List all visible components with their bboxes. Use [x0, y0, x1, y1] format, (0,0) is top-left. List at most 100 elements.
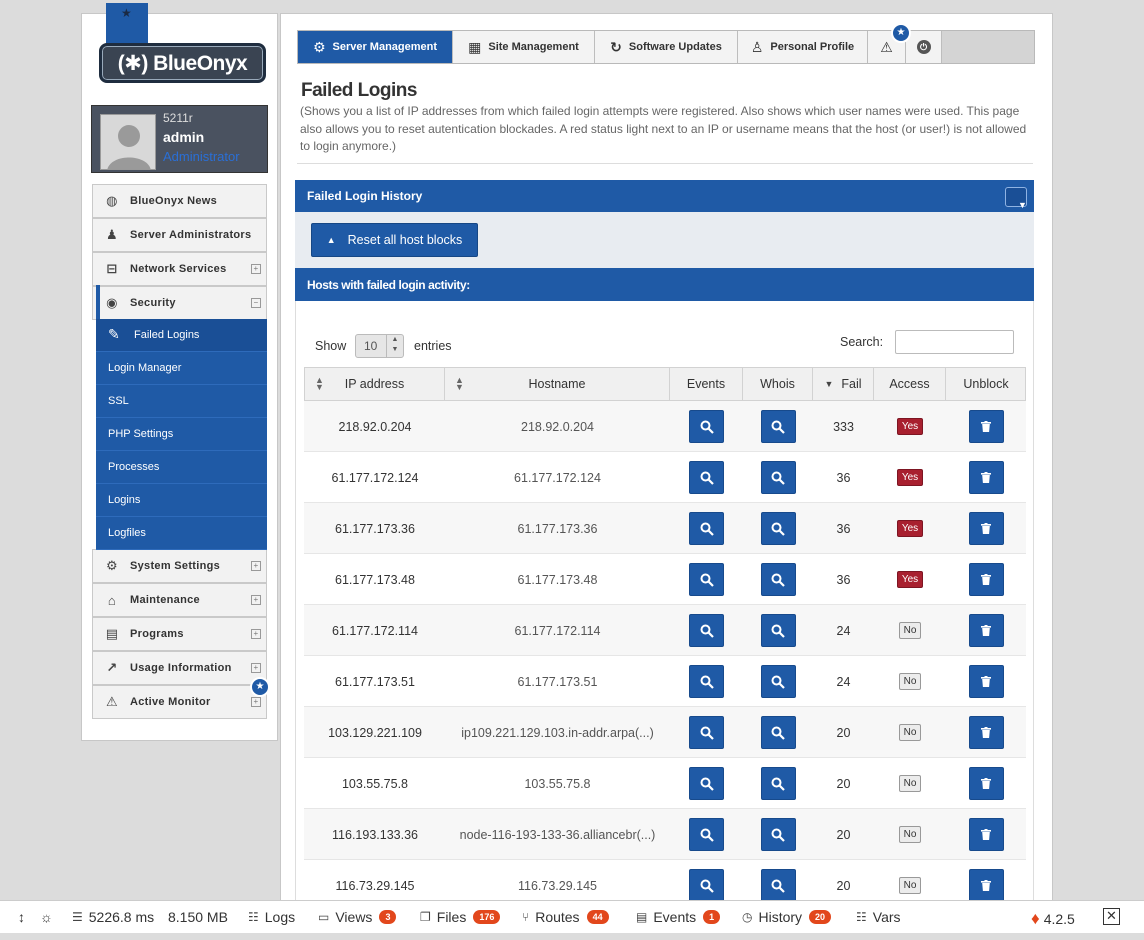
users-icon: ♟: [106, 227, 118, 242]
settings-sun-icon[interactable]: ☼: [40, 909, 53, 925]
sidebar-subitem-label: Failed Logins: [134, 329, 200, 341]
expand-toggle-icon[interactable]: +: [251, 561, 261, 571]
whois-search-button[interactable]: [760, 512, 796, 545]
events-search-button[interactable]: [689, 665, 724, 698]
whois-cell: [743, 503, 813, 554]
whois-search-button[interactable]: [760, 461, 796, 494]
column-header-access[interactable]: Access: [874, 367, 946, 401]
sidebar-subitem-php-settings[interactable]: PHP Settings: [96, 418, 267, 451]
tab-logout[interactable]: ⏻: [906, 31, 942, 63]
events-search-button[interactable]: [689, 767, 724, 800]
unblock-button[interactable]: [968, 767, 1004, 800]
sidebar-subitem-logins[interactable]: Logins: [96, 484, 267, 517]
debug-bar: ↕ ☼ ☰ 5226.8 ms 8.150 MB ☷ Logs ▭ Views 3 ❐ Fil…: [0, 900, 1144, 933]
events-search-button[interactable]: [689, 716, 724, 749]
whois-cell: [743, 656, 813, 707]
unblock-button[interactable]: [968, 614, 1004, 647]
access-status-badge: No: [898, 826, 922, 843]
sidebar-item-blueonyx-news[interactable]: ◍ BlueOnyx News: [92, 184, 267, 218]
debug-tab-routes[interactable]: ⑂ Routes 44: [522, 909, 609, 925]
whois-search-button[interactable]: [760, 818, 796, 851]
events-search-button[interactable]: [689, 563, 724, 596]
table-row: 61.177.172.124 61.177.172.124 36 Yes: [304, 452, 1026, 503]
expand-toggle-icon[interactable]: +: [251, 264, 261, 274]
tab-personal-profile[interactable]: ♙ Personal Profile: [738, 31, 868, 63]
debug-tab-views[interactable]: ▭ Views 3: [318, 909, 397, 925]
whois-search-button[interactable]: [760, 410, 796, 443]
blueonyx-logo[interactable]: (✱) BlueOnyx: [99, 43, 266, 83]
events-search-button[interactable]: [689, 818, 724, 851]
events-search-button[interactable]: [689, 410, 724, 443]
events-search-button[interactable]: [689, 512, 724, 545]
debug-tab-vars[interactable]: ☷ Vars: [856, 909, 901, 925]
resize-icon[interactable]: ↕: [18, 909, 25, 925]
whois-cell: [743, 401, 813, 452]
debug-tab-history[interactable]: ◷ History 20: [742, 909, 832, 925]
flame-icon: ♦: [1031, 909, 1040, 928]
sidebar-subitem-failed-logins[interactable]: ✎ Failed Logins: [96, 319, 267, 352]
sidebar-item-usage-information[interactable]: ↗ Usage Information +: [92, 651, 267, 685]
unblock-button[interactable]: [968, 563, 1004, 596]
search-input[interactable]: [895, 330, 1014, 354]
debug-tab-logs[interactable]: ☷ Logs: [248, 909, 295, 925]
sidebar-subitem-login-manager[interactable]: Login Manager: [96, 352, 267, 385]
sidebar-item-network-services[interactable]: ⊟ Network Services +: [92, 252, 267, 286]
sidebar-subitem-ssl[interactable]: SSL: [96, 385, 267, 418]
magnifier-icon: [700, 471, 714, 485]
collapse-button[interactable]: ▼: [1005, 187, 1027, 210]
column-header-hostname[interactable]: ▲ ▼ Hostname: [445, 367, 670, 401]
close-debugbar-button[interactable]: ✕: [1103, 908, 1120, 925]
expand-toggle-icon[interactable]: −: [251, 298, 261, 308]
tab-site-management[interactable]: ▦ Site Management: [453, 31, 595, 63]
column-header-whois[interactable]: Whois: [743, 367, 813, 401]
trash-icon: [981, 880, 991, 891]
expand-toggle-icon[interactable]: +: [251, 697, 261, 707]
column-header-fail[interactable]: ▼ Fail: [813, 367, 874, 401]
tab-software-updates[interactable]: ↻ Software Updates: [595, 31, 738, 63]
unblock-button[interactable]: [968, 665, 1004, 698]
expand-toggle-icon[interactable]: +: [251, 595, 261, 605]
events-search-button[interactable]: [689, 614, 724, 647]
page-description: (Shows you a list of IP addresses from w…: [300, 104, 1027, 153]
page-size-select[interactable]: 10 ▲ ▼: [355, 334, 404, 358]
reset-host-blocks-button[interactable]: ▲ Reset all host blocks: [311, 223, 478, 257]
hosts-subheader: Hosts with failed login activity:: [295, 268, 1034, 301]
expand-toggle-icon[interactable]: +: [251, 629, 261, 639]
sidebar-item-maintenance[interactable]: ⌂ Maintenance +: [92, 583, 267, 617]
unblock-button[interactable]: [968, 716, 1004, 749]
whois-search-button[interactable]: [760, 614, 796, 647]
ip-address-cell: 61.177.172.124: [331, 470, 419, 485]
whois-search-button[interactable]: [760, 665, 796, 698]
tab-server-management[interactable]: ⚙ Server Management: [298, 31, 453, 63]
unblock-button[interactable]: [968, 512, 1004, 545]
unblock-button[interactable]: [968, 869, 1004, 902]
column-header-ip-address[interactable]: ▲ ▼ IP address: [305, 367, 445, 401]
whois-search-button[interactable]: [760, 563, 796, 596]
sidebar-item-security[interactable]: ◉ Security −: [92, 286, 267, 320]
sidebar-subitem-processes[interactable]: Processes: [96, 451, 267, 484]
unblock-button[interactable]: [968, 818, 1004, 851]
magnifier-icon: [771, 471, 785, 485]
events-search-button[interactable]: [689, 461, 724, 494]
expand-toggle-icon[interactable]: +: [251, 663, 261, 673]
user-role[interactable]: Administrator: [163, 149, 240, 164]
whois-search-button[interactable]: [760, 716, 796, 749]
events-search-button[interactable]: [689, 869, 724, 902]
debug-tab-events[interactable]: ▤ Events 1: [636, 909, 721, 925]
unblock-button[interactable]: [968, 410, 1004, 443]
column-header-events[interactable]: Events: [670, 367, 743, 401]
sidebar-subitem-logfiles[interactable]: Logfiles: [96, 517, 267, 550]
unblock-cell: [946, 809, 1026, 860]
unblock-button[interactable]: [968, 461, 1004, 494]
trash-icon: [981, 421, 991, 432]
sidebar-item-active-monitor[interactable]: ⚠ Active Monitor +: [92, 685, 267, 719]
column-header-unblock[interactable]: Unblock: [946, 367, 1026, 401]
sidebar-item-system-settings[interactable]: ⚙ System Settings +: [92, 549, 267, 583]
whois-search-button[interactable]: [760, 767, 796, 800]
debug-tab-files[interactable]: ❐ Files 176: [420, 909, 501, 925]
sidebar-item-programs[interactable]: ▤ Programs +: [92, 617, 267, 651]
column-header-label: Access: [889, 377, 930, 391]
debug-count-badge: 44: [586, 910, 609, 924]
whois-search-button[interactable]: [760, 869, 796, 902]
sidebar-item-server-administrators[interactable]: ♟ Server Administrators: [92, 218, 267, 252]
